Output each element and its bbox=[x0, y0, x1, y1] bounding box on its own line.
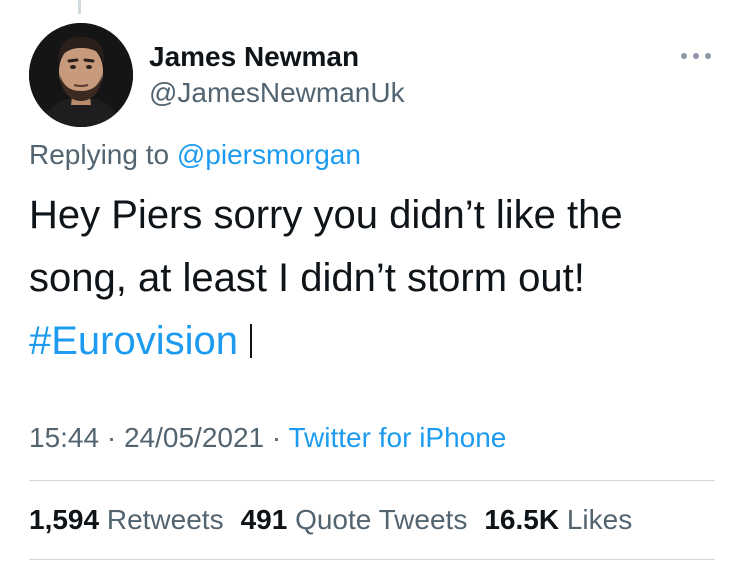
meta-separator: · bbox=[99, 422, 124, 453]
retweets-label: Retweets bbox=[106, 504, 224, 535]
more-options-button[interactable] bbox=[676, 44, 716, 68]
tweet-text: Hey Piers sorry you didn’t like the song… bbox=[29, 184, 719, 373]
quote-tweets-label: Quote Tweets bbox=[295, 504, 468, 535]
author-display-name[interactable]: James Newman bbox=[149, 40, 359, 74]
more-horizontal-icon bbox=[681, 53, 711, 59]
tweet-hashtag-line: #Eurovision bbox=[29, 310, 719, 373]
divider bbox=[29, 480, 715, 481]
tweet-source-link[interactable]: Twitter for iPhone bbox=[289, 422, 507, 453]
likes-stat[interactable]: 16.5K Likes bbox=[484, 502, 632, 538]
tweet-text-line: Hey Piers sorry you didn’t like the bbox=[29, 193, 623, 237]
retweets-count: 1,594 bbox=[29, 504, 100, 535]
replying-to-line: Replying to @piersmorgan bbox=[29, 137, 361, 173]
quote-tweets-stat[interactable]: 491 Quote Tweets bbox=[241, 502, 468, 538]
retweets-stat[interactable]: 1,594 Retweets bbox=[29, 502, 224, 538]
replying-to-mention-link[interactable]: @piersmorgan bbox=[177, 139, 361, 170]
hashtag-link[interactable]: #Eurovision bbox=[29, 319, 238, 363]
avatar[interactable] bbox=[29, 23, 133, 127]
tweet-time[interactable]: 15:44 bbox=[29, 422, 99, 453]
author-handle[interactable]: @JamesNewmanUk bbox=[149, 76, 405, 110]
text-cursor bbox=[250, 324, 253, 358]
likes-label: Likes bbox=[566, 504, 633, 535]
meta-separator: · bbox=[264, 422, 289, 453]
quote-tweets-count: 491 bbox=[240, 504, 288, 535]
divider bbox=[29, 559, 715, 560]
avatar-photo-icon bbox=[29, 23, 133, 127]
tweet-stats: 1,594 Retweets 491 Quote Tweets 16.5K Like… bbox=[29, 502, 649, 538]
thread-connector-line bbox=[78, 0, 81, 14]
likes-count: 16.5K bbox=[484, 504, 560, 535]
replying-to-label: Replying to bbox=[29, 139, 177, 170]
tweet-text-line: song, at least I didn’t storm out! bbox=[29, 256, 585, 300]
tweet-meta: 15:44 · 24/05/2021 · Twitter for iPhone bbox=[29, 420, 506, 456]
tweet-date[interactable]: 24/05/2021 bbox=[124, 422, 264, 453]
